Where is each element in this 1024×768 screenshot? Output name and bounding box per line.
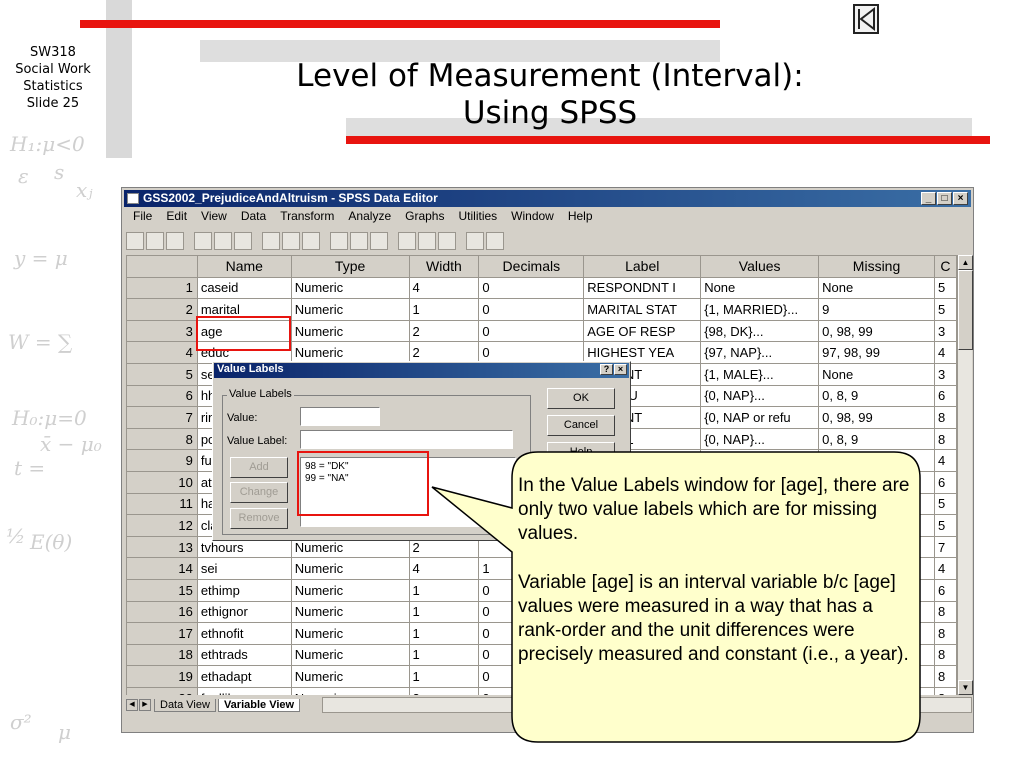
callout-text: In the Value Labels window for [age], th… <box>518 474 910 667</box>
callout-paragraph: Variable [age] is an interval variable b… <box>518 571 909 666</box>
callout-paragraph: In the Value Labels window for [age], th… <box>518 475 910 545</box>
